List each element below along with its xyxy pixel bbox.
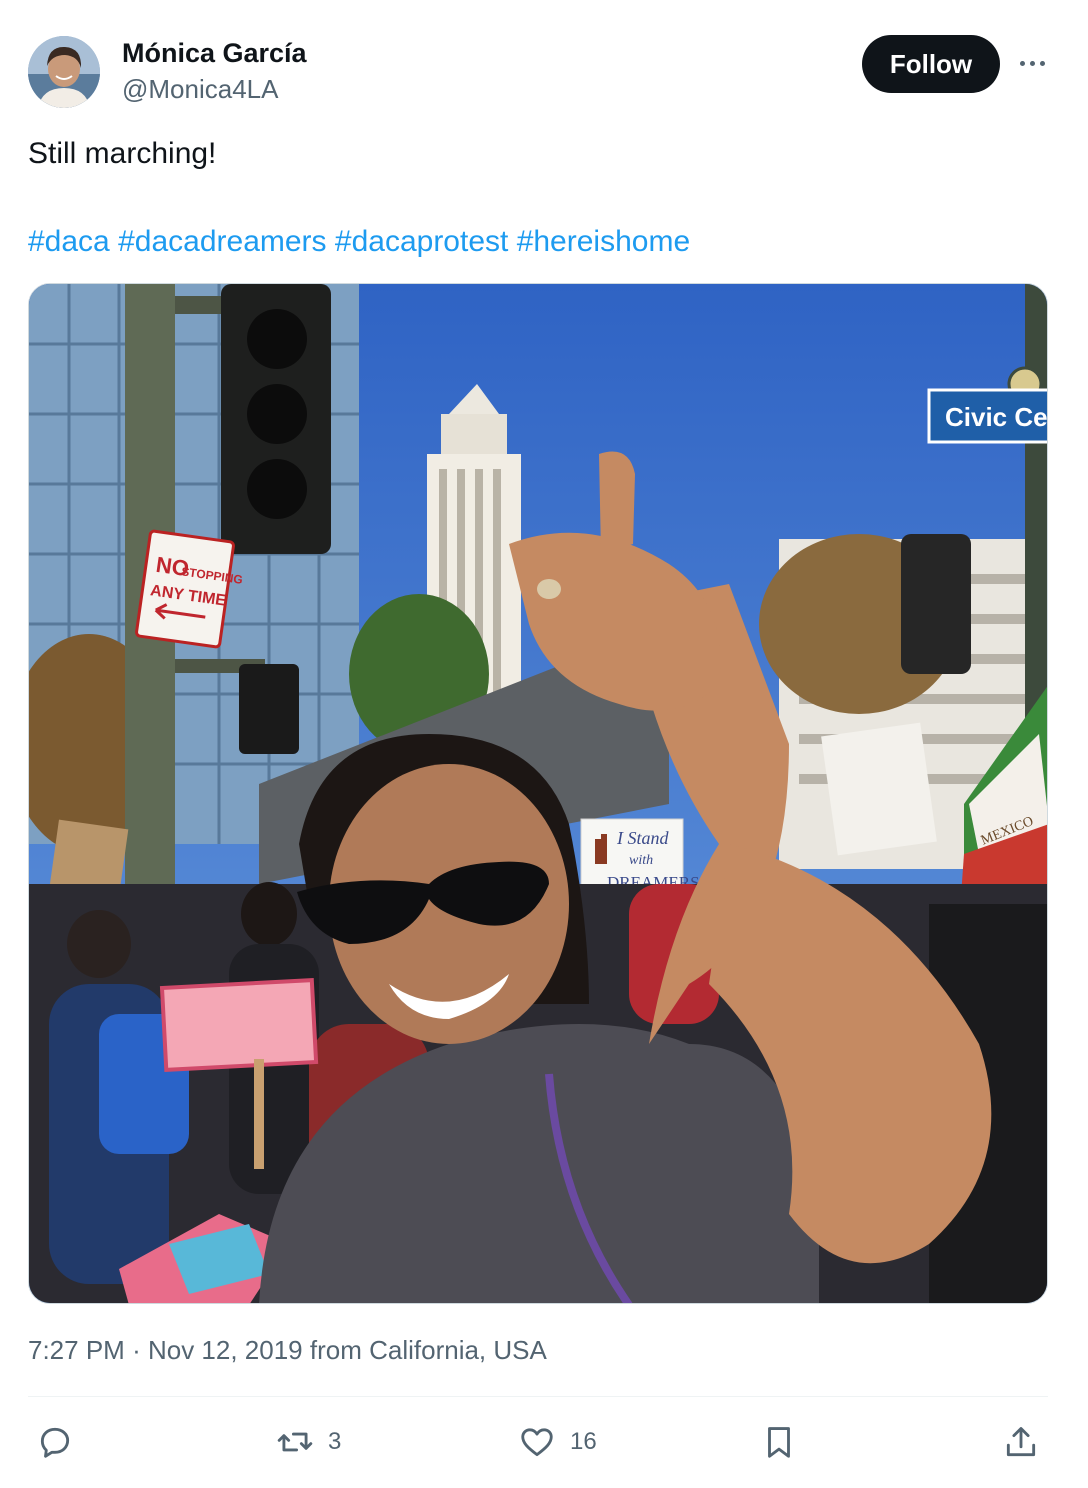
protest-photo: NO STOPPING ANY TIME Civic Ce I Stand wi… bbox=[29, 284, 1048, 1303]
avatar[interactable] bbox=[28, 36, 100, 108]
divider bbox=[28, 1396, 1048, 1397]
heart-icon bbox=[521, 1428, 553, 1457]
tweet-text: Still marching! bbox=[28, 137, 217, 170]
tweet-date[interactable]: Nov 12, 2019 bbox=[148, 1335, 303, 1365]
more-dot-icon bbox=[1029, 60, 1035, 66]
white-sign bbox=[821, 722, 937, 856]
bookmark-icon bbox=[768, 1427, 790, 1458]
avatar-image bbox=[28, 36, 100, 108]
tweet-metadata: 7:27 PM · Nov 12, 2019 from California, … bbox=[28, 1332, 547, 1368]
hashtag-link[interactable]: #dacaprotest bbox=[335, 225, 508, 258]
hashtag-link[interactable]: #daca bbox=[28, 225, 110, 258]
hashtag-link[interactable]: #dacadreamers bbox=[118, 225, 326, 258]
svg-text:I Stand: I Stand bbox=[616, 828, 669, 848]
author-info: Mónica García @Monica4LA bbox=[122, 36, 307, 106]
follow-button[interactable]: Follow bbox=[862, 35, 1000, 93]
share-icon bbox=[1006, 1427, 1036, 1457]
hashtag-link[interactable]: #hereishome bbox=[517, 225, 690, 258]
tweet-photo[interactable]: NO STOPPING ANY TIME Civic Ce I Stand wi… bbox=[28, 283, 1048, 1304]
tweet-location: from California, USA bbox=[309, 1335, 547, 1365]
protest-sign: I Stand with DREAMERS bbox=[580, 818, 700, 896]
reply-icon bbox=[40, 1427, 70, 1458]
retweet-button[interactable]: 3 bbox=[276, 1412, 341, 1472]
tweet-time[interactable]: 7:27 PM bbox=[28, 1335, 125, 1365]
more-dot-icon bbox=[1019, 60, 1025, 66]
meta-separator: · bbox=[132, 1335, 141, 1365]
more-options-button[interactable] bbox=[1014, 48, 1050, 78]
hashtag-list: #daca #dacadreamers #dacaprotest #hereis… bbox=[28, 222, 690, 262]
action-bar: 3 16 bbox=[28, 1412, 1048, 1472]
svg-text:Civic Ce: Civic Ce bbox=[945, 402, 1048, 432]
retweet-icon bbox=[277, 1432, 313, 1452]
reply-button[interactable] bbox=[36, 1412, 74, 1472]
tweet-header: Mónica García @Monica4LA Follow bbox=[28, 34, 1060, 110]
svg-text:with: with bbox=[629, 853, 653, 868]
bookmark-button[interactable] bbox=[760, 1412, 798, 1472]
like-button[interactable]: 16 bbox=[518, 1412, 597, 1472]
author-handle[interactable]: @Monica4LA bbox=[122, 72, 307, 106]
author-display-name[interactable]: Mónica García bbox=[122, 36, 307, 70]
retweet-count: 3 bbox=[328, 1428, 342, 1455]
like-count: 16 bbox=[570, 1428, 597, 1455]
share-button[interactable] bbox=[1002, 1412, 1040, 1472]
more-dot-icon bbox=[1039, 60, 1045, 66]
